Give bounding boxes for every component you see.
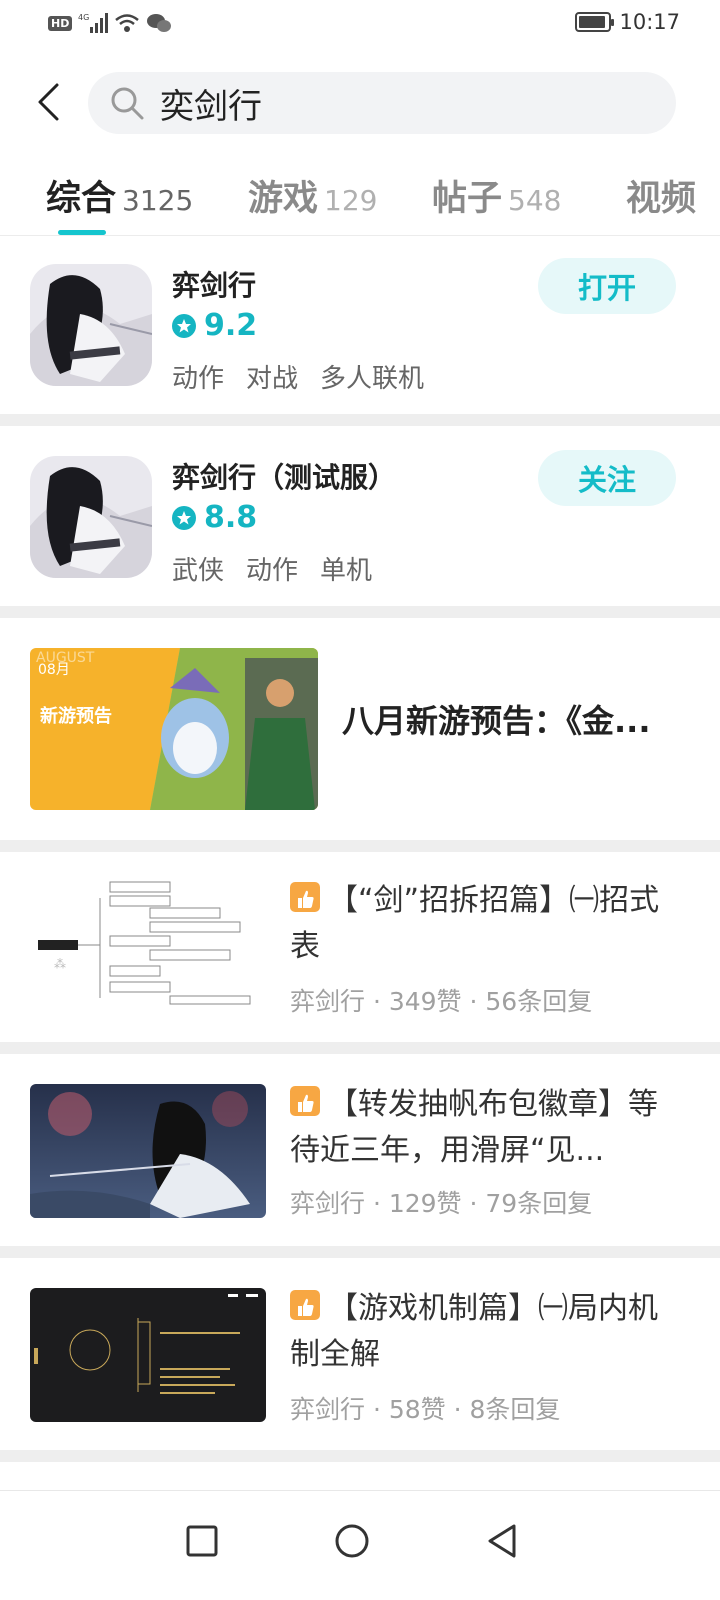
tab-count: 3125: [122, 184, 194, 217]
post-card[interactable]: 【游戏机制篇】㈠局内机制全解 弈剑行 · 58赞 · 8条回复: [0, 1258, 720, 1450]
game-tags: 动作 对战 多人联机: [172, 358, 424, 395]
post-thumbnail: [30, 1288, 266, 1422]
game-tag: 多人联机: [320, 364, 425, 394]
separator: [0, 1450, 720, 1462]
separator: [0, 414, 720, 426]
article-title: 八月新游预告：《金...: [342, 702, 651, 740]
post-title-text: 【游戏机制篇】㈠局内机制全解: [290, 1291, 658, 1372]
recents-button[interactable]: [172, 1511, 232, 1571]
game-icon: [30, 456, 152, 578]
home-button[interactable]: [322, 1511, 382, 1571]
game-tag: 对战: [246, 364, 299, 394]
open-button[interactable]: 打开: [538, 258, 676, 314]
post-meta: 弈剑行 · 349赞 · 56条回复: [290, 987, 593, 1016]
wechat-icon: [147, 14, 172, 32]
post-thumbnail: [30, 1084, 266, 1218]
post-thumbnail: ⁂: [30, 878, 266, 1012]
separator: [0, 1246, 720, 1258]
rating-value: 8.8: [204, 500, 258, 535]
post-title: 【转发抽帆布包徽章】等待近三年，用滑屏“见...: [290, 1082, 680, 1174]
banner-month: 08月: [38, 662, 70, 678]
search-query: 奕剑行: [160, 86, 262, 127]
game-name: 弈剑行（测试服）: [172, 461, 397, 494]
tab-games[interactable]: 游戏 129: [248, 170, 377, 221]
status-left: HD 4G: [48, 12, 172, 34]
separator: [0, 840, 720, 852]
star-icon: [172, 313, 196, 338]
post-card[interactable]: 【转发抽帆布包徽章】等待近三年，用滑屏“见... 弈剑行 · 129赞 · 79…: [0, 1054, 720, 1246]
game-tag: 单机: [320, 556, 373, 586]
banner-label: 新游预告: [40, 705, 112, 727]
battery-fill: [579, 16, 605, 28]
article-card[interactable]: AUGUST 08月 新游预告 八月新游预告：《金...: [0, 618, 720, 840]
status-right: 10:17: [575, 10, 680, 34]
status-bar: HD 4G 10:17: [0, 0, 720, 50]
article-banner: AUGUST 08月 新游预告: [30, 648, 318, 810]
post-title-text: 【“剑”招拆招篇】㈠招式表: [290, 883, 660, 964]
svg-text:⁂: ⁂: [54, 957, 66, 971]
tab-label: 综合: [46, 179, 117, 219]
tab-bar: 综合 3125 游戏 129 帖子 548 视频: [0, 160, 720, 236]
tab-posts[interactable]: 帖子 548: [432, 170, 561, 221]
back-button[interactable]: [28, 78, 68, 126]
search-input[interactable]: 奕剑行: [88, 72, 676, 134]
circle-icon: [335, 1524, 369, 1558]
thumb-up-icon: [290, 1290, 320, 1320]
post-meta: 弈剑行 · 129赞 · 79条回复: [290, 1189, 593, 1218]
thumb-up-icon: [290, 1086, 320, 1116]
system-back-button[interactable]: [472, 1511, 532, 1571]
tab-label: 游戏: [248, 179, 319, 219]
star-icon: [172, 505, 196, 530]
post-title-text: 【转发抽帆布包徽章】等待近三年，用滑屏“见...: [290, 1087, 658, 1168]
signal-label: 4G: [78, 13, 89, 22]
game-tags: 武侠 动作 单机: [172, 550, 372, 587]
game-tag: 武侠: [172, 556, 225, 586]
tab-indicator: [58, 230, 106, 235]
system-nav-bar: [0, 1490, 720, 1600]
tab-count: 129: [324, 184, 378, 217]
clock: 10:17: [619, 10, 680, 34]
tab-count: 548: [508, 184, 562, 217]
game-result-card[interactable]: 弈剑行（测试服） 8.8 武侠 动作 单机 关注: [0, 428, 720, 606]
separator: [0, 1042, 720, 1054]
separator: [0, 606, 720, 618]
triangle-back-icon: [488, 1524, 516, 1558]
tab-label: 视频: [626, 179, 697, 219]
signal-icon: 4G: [78, 13, 109, 33]
tab-label: 帖子: [432, 179, 503, 219]
back-arrow-icon: [38, 83, 59, 121]
game-icon: [30, 264, 152, 386]
square-icon: [186, 1525, 218, 1557]
post-title: 【游戏机制篇】㈠局内机制全解: [290, 1286, 680, 1378]
tab-all[interactable]: 综合 3125: [46, 170, 193, 221]
game-name: 弈剑行: [172, 269, 257, 302]
game-rating: 8.8: [172, 500, 257, 535]
post-card[interactable]: ⁂ 【“剑”招拆招篇】㈠招式表 弈剑行 · 349赞 · 56条回复: [0, 852, 720, 1042]
game-result-card[interactable]: 弈剑行 9.2 动作 对战 多人联机 打开: [0, 236, 720, 414]
follow-button[interactable]: 关注: [538, 450, 676, 506]
thumb-up-icon: [290, 882, 320, 912]
game-tag: 动作: [246, 556, 299, 586]
battery-icon: [575, 12, 615, 32]
game-tag: 动作: [172, 364, 225, 394]
tab-videos[interactable]: 视频: [626, 170, 696, 221]
game-rating: 9.2: [172, 308, 257, 343]
rating-value: 9.2: [204, 308, 258, 343]
wifi-icon: [115, 14, 140, 32]
search-icon: [108, 84, 146, 122]
hd-badge: HD: [48, 15, 73, 31]
post-title: 【“剑”招拆招篇】㈠招式表: [290, 878, 680, 970]
post-meta: 弈剑行 · 58赞 · 8条回复: [290, 1395, 561, 1424]
